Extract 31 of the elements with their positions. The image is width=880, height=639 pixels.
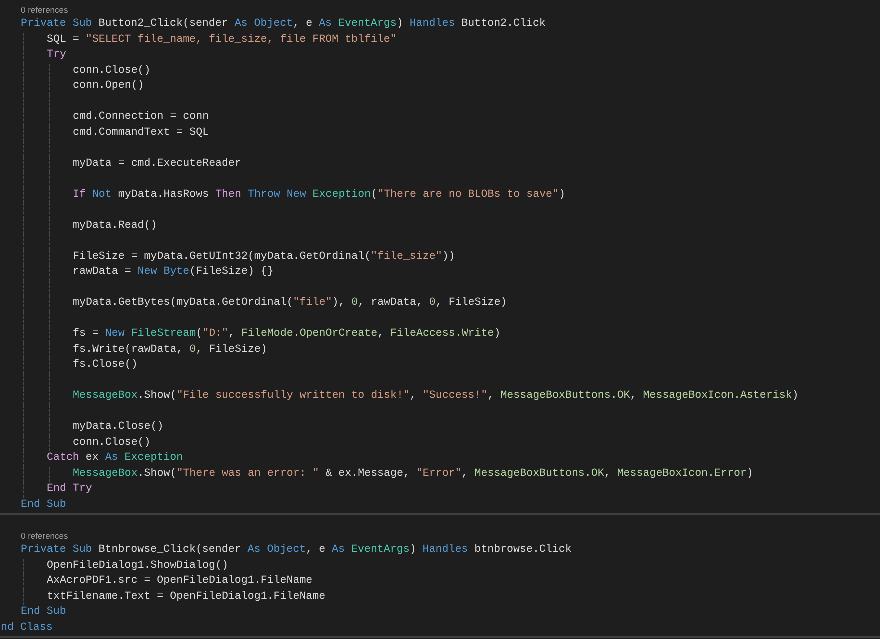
code-line: txtFilename.Text = OpenFileDialog1.FileName [47, 590, 326, 604]
code-line: myData.Read() [73, 218, 158, 234]
code-line: Try [47, 48, 66, 63]
code-line: myData = cmd.ExecuteReader [73, 156, 242, 172]
code-line: Private Sub Button2_Click(sender As Object, e As EventArgs) Handles Button2.Click [21, 17, 546, 32]
code-line: Catch ex As Exception [47, 451, 184, 466]
code-line: End Sub [21, 498, 66, 512]
references-codelens[interactable]: 0 references [21, 530, 68, 543]
code-line: fs = New FileStream("D:", FileMode.OpenOrCreate, FileAccess.Write) [73, 327, 501, 342]
code-line: End Try [47, 482, 92, 497]
code-line: Private Sub Btnbrowse_Click(sender As Object, e As EventArgs) Handles btnbrowse.Click [21, 543, 572, 558]
code-line: If Not myData.HasRows Then Throw New Exception("There are no BLOBs to save") [73, 188, 566, 202]
code-line: cmd.Connection = conn [73, 110, 210, 125]
code-line: nd Class [1, 620, 53, 636]
references-codelens[interactable]: 0 references [21, 4, 68, 17]
code-line: FileSize = myData.GetUInt32(myData.GetOrdinal("file_size")) [73, 250, 456, 264]
code-line: fs.Write(rawData, 0, FileSize) [73, 342, 268, 358]
code-line: fs.Close() [73, 358, 138, 373]
code-line: End Sub [21, 605, 66, 620]
code-line: rawData = New Byte(FileSize) {} [73, 265, 274, 280]
code-line: MessageBox.Show("There was an error: " & ex.Message, "Error", MessageBoxButtons.OK, MessageBoxIcon.Error) [73, 466, 754, 482]
code-line: myData.GetBytes(myData.GetOrdinal("file"), 0, rawData, 0, FileSize) [73, 296, 508, 311]
code-line: conn.Close() [73, 64, 151, 78]
code-line: MessageBox.Show("File successfully written to disk!", "Success!", MessageBoxButtons.OK, MessageBoxIcon.Asterisk) [73, 389, 799, 404]
code-line: conn.Close() [73, 436, 151, 450]
code-line: cmd.CommandText = SQL [73, 126, 210, 140]
code-line: conn.Open() [73, 79, 144, 94]
code-line: myData.Close() [73, 420, 164, 435]
code-line: SQL = "SELECT file_name, file_size, file FROM tblfile" [47, 32, 397, 48]
code-line: OpenFileDialog1.ShowDialog() [47, 558, 228, 574]
code-line: AxAcroPDF1.src = OpenFileDialog1.FileName [47, 574, 313, 589]
